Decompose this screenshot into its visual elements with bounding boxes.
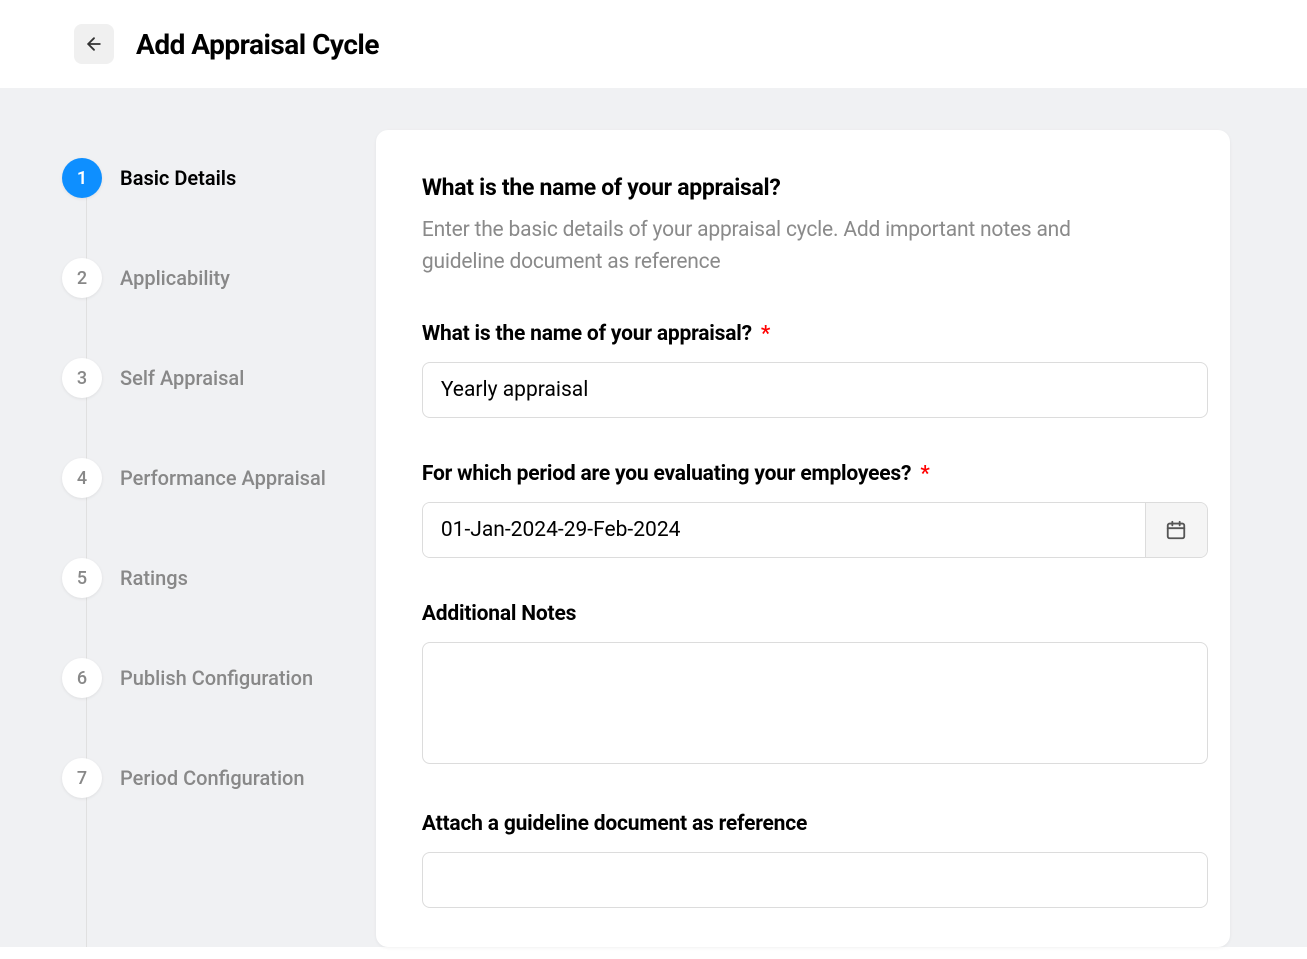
- step-period-configuration[interactable]: 7 Period Configuration: [62, 758, 326, 798]
- field-label-attachment: Attach a guideline document as reference: [422, 812, 1184, 836]
- notes-textarea[interactable]: [422, 642, 1208, 764]
- field-name: What is the name of your appraisal? *: [422, 322, 1184, 418]
- label-text: What is the name of your appraisal?: [422, 322, 752, 346]
- section-title: What is the name of your appraisal?: [422, 174, 1184, 201]
- step-label: Self Appraisal: [120, 366, 244, 390]
- field-label-period: For which period are you evaluating your…: [422, 462, 1184, 486]
- field-period: For which period are you evaluating your…: [422, 462, 1184, 558]
- arrow-left-icon: [84, 34, 104, 54]
- step-label: Performance Appraisal: [120, 466, 326, 490]
- step-ratings[interactable]: 5 Ratings: [62, 558, 326, 598]
- step-number: 3: [62, 358, 102, 398]
- page-title: Add Appraisal Cycle: [136, 28, 379, 61]
- required-mark: *: [920, 462, 929, 486]
- label-text: For which period are you evaluating your…: [422, 462, 911, 486]
- step-number: 1: [62, 158, 102, 198]
- step-number: 2: [62, 258, 102, 298]
- step-performance-appraisal[interactable]: 4 Performance Appraisal: [62, 458, 326, 498]
- step-label: Applicability: [120, 266, 230, 290]
- attachment-upload[interactable]: [422, 852, 1208, 908]
- step-publish-configuration[interactable]: 6 Publish Configuration: [62, 658, 326, 698]
- step-number: 6: [62, 658, 102, 698]
- calendar-icon: [1165, 519, 1187, 541]
- appraisal-name-input[interactable]: [422, 362, 1208, 418]
- period-input[interactable]: [423, 503, 1145, 557]
- required-mark: *: [761, 322, 770, 346]
- field-label-notes: Additional Notes: [422, 602, 1184, 626]
- date-picker-button[interactable]: [1145, 503, 1207, 557]
- field-attachment: Attach a guideline document as reference: [422, 812, 1184, 908]
- main-panel: What is the name of your appraisal? Ente…: [376, 130, 1230, 947]
- step-basic-details[interactable]: 1 Basic Details: [62, 158, 326, 198]
- step-number: 5: [62, 558, 102, 598]
- step-label: Basic Details: [120, 166, 236, 190]
- content-area: 1 Basic Details 2 Applicability 3 Self A…: [0, 88, 1307, 947]
- date-input-wrapper: [422, 502, 1208, 558]
- page-header: Add Appraisal Cycle: [0, 0, 1307, 88]
- step-label: Ratings: [120, 566, 188, 590]
- field-notes: Additional Notes: [422, 602, 1184, 768]
- step-number: 7: [62, 758, 102, 798]
- step-label: Period Configuration: [120, 766, 305, 790]
- step-self-appraisal[interactable]: 3 Self Appraisal: [62, 358, 326, 398]
- step-number: 4: [62, 458, 102, 498]
- step-applicability[interactable]: 2 Applicability: [62, 258, 326, 298]
- stepper: 1 Basic Details 2 Applicability 3 Self A…: [62, 130, 326, 947]
- section-subtitle: Enter the basic details of your appraisa…: [422, 215, 1142, 278]
- back-button[interactable]: [74, 24, 114, 64]
- step-label: Publish Configuration: [120, 666, 313, 690]
- field-label-name: What is the name of your appraisal? *: [422, 322, 1184, 346]
